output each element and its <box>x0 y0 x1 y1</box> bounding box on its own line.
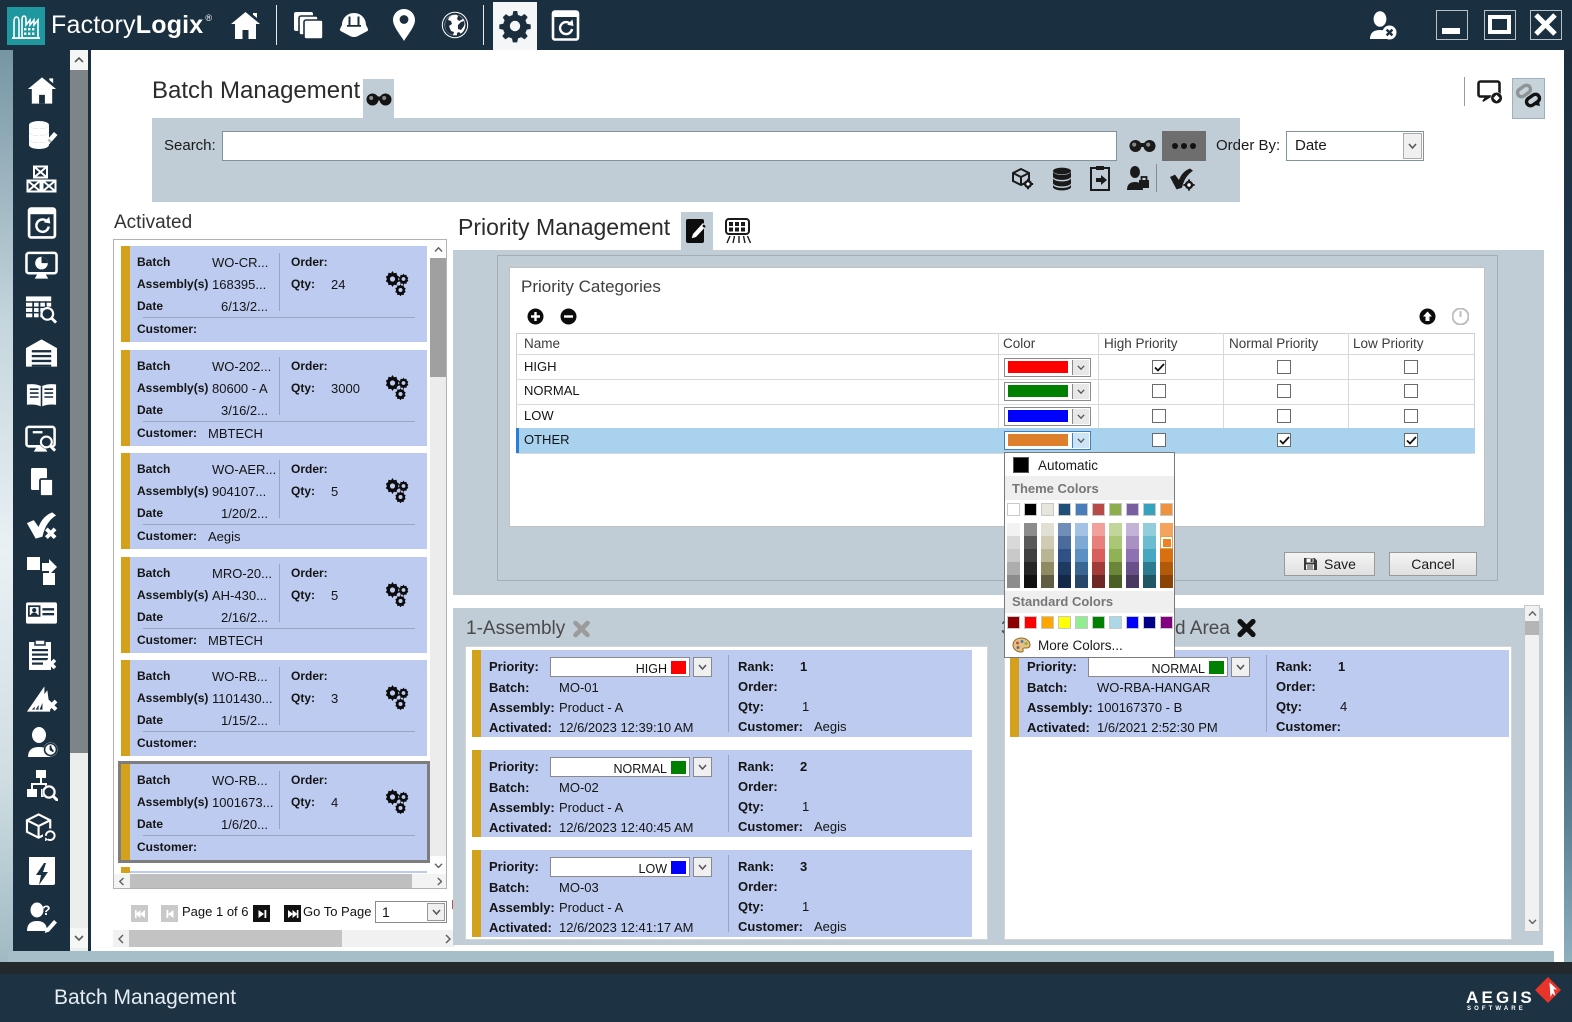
svg-text:?: ? <box>42 902 51 918</box>
